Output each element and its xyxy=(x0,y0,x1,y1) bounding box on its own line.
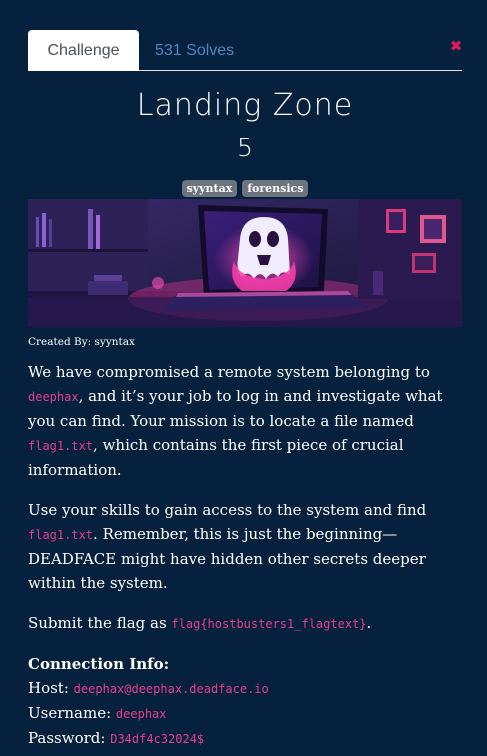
tag-badge: forensics xyxy=(242,180,309,197)
connection-host: Host: deephax@deephax.deadface.io xyxy=(28,676,462,701)
challenge-title: Landing Zone xyxy=(136,88,354,123)
description-text: Use your skills to gain access to the sy… xyxy=(28,501,427,519)
connection-info: Connection Info: Host: deephax@deephax.d… xyxy=(28,652,462,751)
banner-illustration xyxy=(28,199,462,327)
connection-info-title: Connection Info: xyxy=(28,655,170,673)
tag-badge: syyntax xyxy=(181,180,238,197)
challenge-description: We have compromised a remote system belo… xyxy=(28,360,462,751)
tab-challenge[interactable]: Challenge xyxy=(28,30,139,71)
description-text: Submit the flag as xyxy=(28,614,172,632)
host-value: deephax@deephax.deadface.io xyxy=(73,682,269,696)
connection-username: Username: deephax xyxy=(28,701,462,726)
description-text: . xyxy=(366,614,372,632)
description-paragraph: Submit the flag as flag{hostbusters1_fla… xyxy=(28,611,462,636)
tab-solves[interactable]: 531 Solves xyxy=(155,30,234,71)
tag-list: syyntax forensics xyxy=(28,180,462,197)
challenge-modal: Challenge 531 Solves ✖ Landing Zone 5 sy… xyxy=(28,0,462,756)
close-icon[interactable]: ✖ xyxy=(449,39,463,54)
description-paragraph: We have compromised a remote system belo… xyxy=(28,360,462,482)
password-value: D34df4c32024$ xyxy=(110,732,205,746)
username-value: deephax xyxy=(115,707,167,721)
inline-code: flag1.txt xyxy=(28,528,94,542)
challenge-banner-image xyxy=(28,199,462,327)
username-label: Username: xyxy=(28,704,116,722)
created-by: Created By: syyntax xyxy=(28,336,135,348)
password-label: Password: xyxy=(28,729,111,747)
challenge-points: 5 xyxy=(237,133,253,162)
tab-bar: Challenge 531 Solves xyxy=(28,30,462,71)
inline-code: deephax xyxy=(28,390,79,404)
flag-format-code: flag{hostbusters1_flagtext} xyxy=(171,617,367,631)
inline-code: flag1.txt xyxy=(28,439,94,453)
connection-password: Password: D34df4c32024$ xyxy=(28,726,462,751)
description-paragraph: Use your skills to gain access to the sy… xyxy=(28,498,462,595)
host-label: Host: xyxy=(28,679,74,697)
description-text: , and it’s your job to log in and invest… xyxy=(28,387,443,430)
description-text: We have compromised a remote system belo… xyxy=(28,363,430,381)
